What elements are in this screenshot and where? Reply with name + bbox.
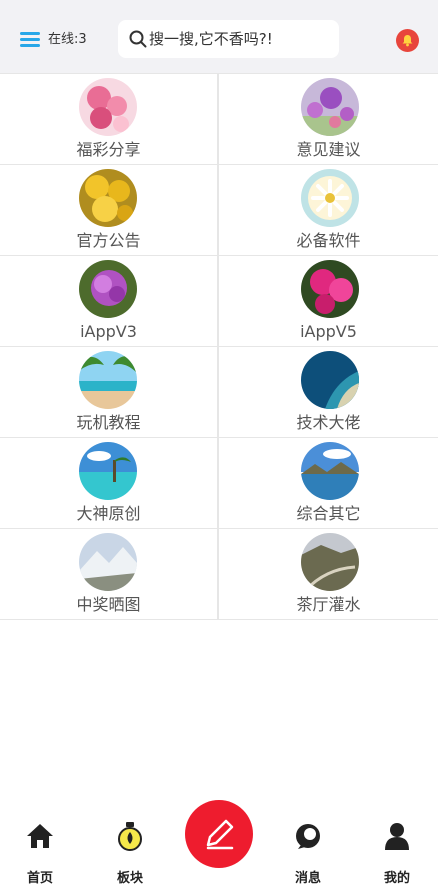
board-label: 茶厅灌水	[296, 595, 361, 614]
board-item[interactable]: 玩机教程	[0, 347, 219, 437]
board-label: 技术大佬	[296, 413, 361, 432]
tab-label: 消息	[294, 871, 321, 886]
board-row: 中奖晒图 茶厅灌水	[0, 529, 438, 620]
board-image-magenta-azalea	[301, 260, 359, 318]
pencil-icon	[206, 819, 234, 850]
boards-icon	[118, 822, 142, 851]
board-item[interactable]: 中奖晒图	[0, 529, 219, 619]
board-row: 福彩分享 意见建议	[0, 74, 438, 165]
board-item[interactable]: iAppV3	[0, 256, 219, 346]
board-label: 福彩分享	[76, 140, 141, 159]
search-placeholder: 搜一搜,它不香吗?!	[149, 30, 273, 48]
tab-home[interactable]: 首页	[10, 819, 70, 886]
board-item[interactable]: iAppV5	[219, 256, 438, 346]
search-icon	[129, 30, 147, 48]
new-post-button[interactable]	[185, 800, 253, 868]
board-item[interactable]: 大神原创	[0, 438, 219, 528]
board-item[interactable]: 官方公告	[0, 165, 219, 255]
board-label: 必备软件	[296, 231, 361, 250]
board-label: 意见建议	[296, 140, 361, 159]
menu-icon[interactable]	[20, 31, 40, 49]
board-image-tropical-island	[79, 442, 137, 500]
board-label: iAppV3	[80, 322, 137, 341]
board-row: 玩机教程 技术大佬	[0, 347, 438, 438]
board-image-purple-allium	[301, 78, 359, 136]
board-row: iAppV3 iAppV5	[0, 256, 438, 347]
board-item[interactable]: 综合其它	[219, 438, 438, 528]
top-bar: 在线:3 搜一搜,它不香吗?!	[0, 0, 438, 73]
tab-mine[interactable]: 我的	[367, 819, 427, 886]
board-grid: 福彩分享 意见建议 官方公告 必备软件 iAppV3 iAppV5 玩机教程 技…	[0, 73, 438, 620]
board-image-yellow-flowers	[79, 169, 137, 227]
tab-label: 我的	[383, 871, 410, 886]
board-item[interactable]: 技术大佬	[219, 347, 438, 437]
user-icon	[385, 823, 409, 850]
home-icon	[27, 824, 53, 848]
board-label: 综合其它	[296, 504, 361, 523]
tab-label: 板块	[116, 871, 143, 886]
board-item[interactable]: 茶厅灌水	[219, 529, 438, 619]
message-icon	[296, 824, 320, 849]
board-row: 大神原创 综合其它	[0, 438, 438, 529]
tab-boards[interactable]: 板块	[100, 819, 160, 886]
board-item[interactable]: 福彩分享	[0, 74, 219, 164]
board-image-valley-road	[301, 533, 359, 591]
board-label: iAppV5	[300, 322, 357, 341]
tab-label: 首页	[26, 871, 53, 886]
board-image-ocean-coast	[301, 351, 359, 409]
board-label: 大神原创	[76, 504, 141, 523]
bell-icon	[402, 35, 413, 47]
board-image-snow-mountain	[79, 533, 137, 591]
board-image-palm-beach	[79, 351, 137, 409]
board-item[interactable]: 必备软件	[219, 165, 438, 255]
tab-messages[interactable]: 消息	[278, 819, 338, 886]
board-label: 玩机教程	[76, 413, 141, 432]
board-image-pink-flowers	[79, 78, 137, 136]
online-count: 在线:3	[48, 32, 87, 47]
board-label: 官方公告	[76, 231, 141, 250]
board-image-purple-carnation	[79, 260, 137, 318]
search-input[interactable]: 搜一搜,它不香吗?!	[118, 20, 339, 58]
board-item[interactable]: 意见建议	[219, 74, 438, 164]
board-image-mountain-lake	[301, 442, 359, 500]
board-image-white-daisy	[301, 169, 359, 227]
board-label: 中奖晒图	[76, 595, 141, 614]
board-row: 官方公告 必备软件	[0, 165, 438, 256]
notification-button[interactable]	[396, 29, 419, 52]
